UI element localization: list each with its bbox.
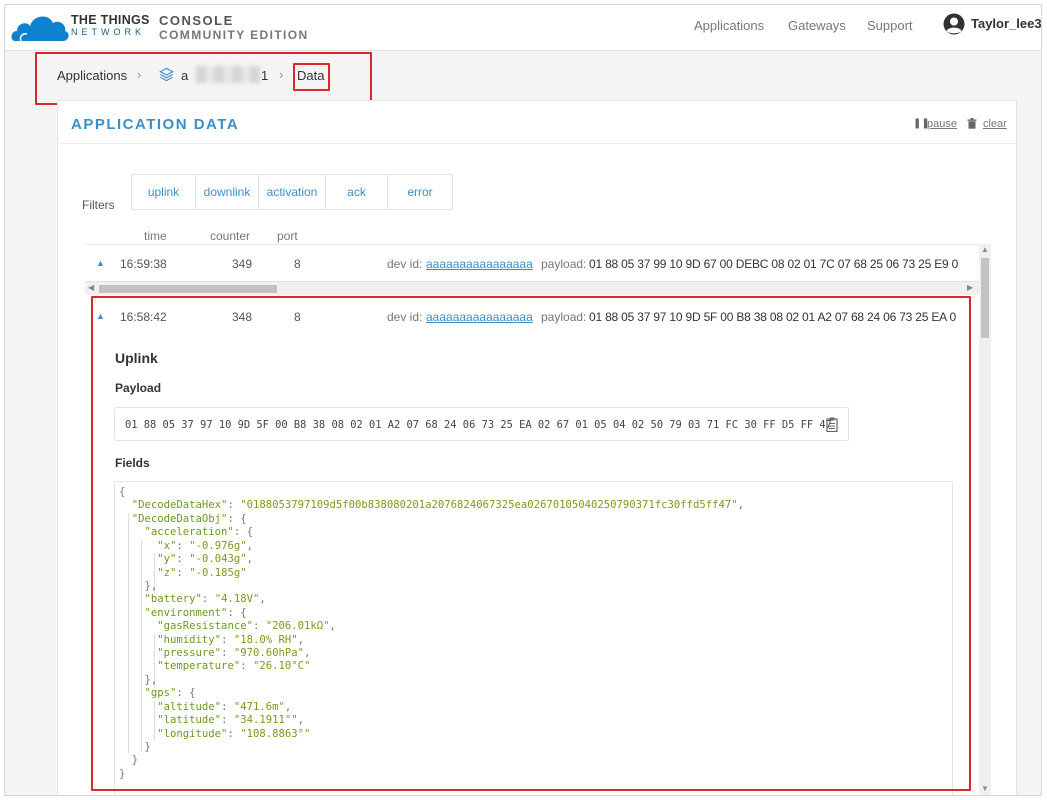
horizontal-scroll-thumb[interactable] <box>99 285 277 293</box>
top-navigation-bar: THE THINGS NETWORK CONSOLE COMMUNITY EDI… <box>5 5 1041 51</box>
nav-gateways[interactable]: Gateways <box>788 18 846 33</box>
nav-support[interactable]: Support <box>867 18 913 33</box>
brand-wordmark: THE THINGS NETWORK <box>71 14 150 38</box>
clear-button[interactable]: clear <box>983 118 1007 130</box>
panel-title: APPLICATION DATA <box>71 116 240 133</box>
filter-tabs: uplink downlink activation ack error <box>131 174 453 210</box>
trash-icon[interactable] <box>967 118 977 129</box>
user-avatar-icon[interactable] <box>943 13 965 35</box>
pause-button[interactable]: pause <box>927 118 957 130</box>
filter-activation[interactable]: activation <box>259 175 326 209</box>
vertical-scroll-thumb[interactable] <box>981 258 989 338</box>
row-dev-label: dev id: <box>387 257 423 271</box>
console-line-1: CONSOLE <box>159 13 234 28</box>
filter-error[interactable]: error <box>388 175 452 209</box>
collapse-triangle-icon[interactable]: ▲ <box>96 258 105 268</box>
row-divider <box>85 244 991 245</box>
row-payload-label: payload: <box>541 257 587 271</box>
scroll-down-icon[interactable]: ▼ <box>981 784 989 793</box>
horizontal-scrollbar[interactable]: ◀ ▶ <box>85 281 991 295</box>
browser-frame: THE THINGS NETWORK CONSOLE COMMUNITY EDI… <box>4 4 1042 796</box>
cloud-logo-icon[interactable] <box>11 11 69 43</box>
column-header-port: port <box>277 229 298 243</box>
nav-applications[interactable]: Applications <box>694 18 764 33</box>
table-row[interactable]: ▲ 16:59:38 349 8 dev id: aaaaaaaaaaaaaaa… <box>85 247 991 281</box>
row-time: 16:59:38 <box>120 257 167 271</box>
filters-label: Filters <box>82 198 115 212</box>
scroll-left-icon[interactable]: ◀ <box>88 283 94 292</box>
column-header-time: time <box>144 229 167 243</box>
highlight-box-data <box>293 63 330 91</box>
row-port: 8 <box>294 257 301 271</box>
column-header-counter: counter <box>210 229 251 243</box>
brand-line-1: THE THINGS <box>71 13 150 27</box>
scroll-up-icon[interactable]: ▲ <box>981 245 989 254</box>
console-line-2: COMMUNITY EDITION <box>159 28 309 42</box>
user-name[interactable]: Taylor_lee3 <box>971 16 1041 31</box>
scroll-right-icon[interactable]: ▶ <box>967 283 973 292</box>
console-wordmark: CONSOLE COMMUNITY EDITION <box>159 13 309 43</box>
filter-ack[interactable]: ack <box>326 175 388 209</box>
vertical-scrollbar[interactable]: ▲ ▼ <box>979 244 991 795</box>
row-dev-id-link[interactable]: aaaaaaaaaaaaaaaa <box>426 257 533 271</box>
filter-uplink[interactable]: uplink <box>132 175 196 209</box>
brand-line-2: NETWORK <box>71 27 145 37</box>
highlight-box-expanded-row <box>91 296 971 791</box>
panel-header: APPLICATION DATA ❚❚ pause clear <box>58 101 1016 144</box>
row-payload: 01 88 05 37 99 10 9D 67 00 DEBC 08 02 01… <box>589 257 959 271</box>
row-counter: 349 <box>232 257 253 271</box>
filter-downlink[interactable]: downlink <box>196 175 259 209</box>
